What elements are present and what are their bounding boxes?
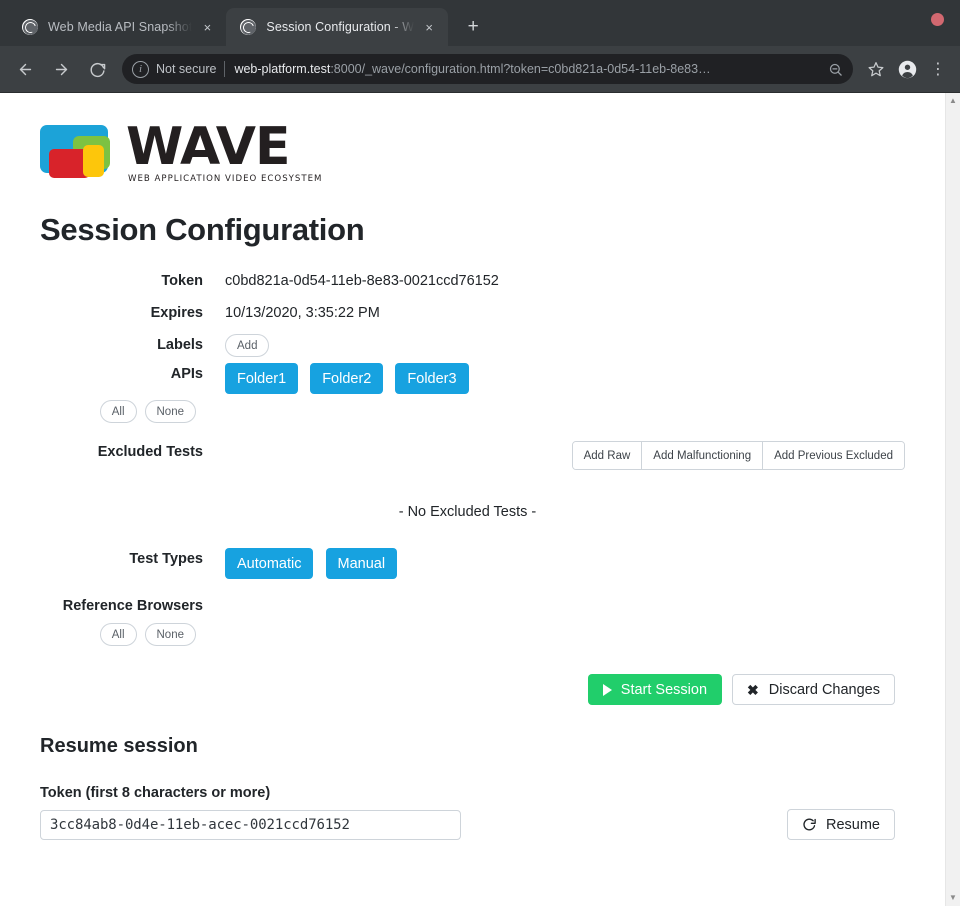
reference-browsers-select-pills: All None [40, 623, 203, 647]
row-excluded-tests: Excluded Tests Add Raw Add Malfunctionin… [40, 441, 905, 471]
start-session-label: Start Session [620, 681, 708, 698]
url-path: :8000/_wave/configuration.html?token=c0b… [330, 62, 711, 76]
session-action-bar: Start Session ✖ Discard Changes [40, 674, 905, 706]
profile-avatar-icon[interactable] [893, 55, 921, 83]
add-raw-button[interactable]: Add Raw [572, 442, 643, 470]
reference-browsers-none-button[interactable]: None [144, 623, 196, 647]
expires-label: Expires [150, 304, 203, 321]
add-previous-excluded-button[interactable]: Add Previous Excluded [763, 442, 904, 470]
omnibox-divider [224, 61, 226, 77]
discard-changes-button[interactable]: ✖ Discard Changes [732, 674, 895, 706]
tab-close-icon[interactable]: × [198, 18, 216, 36]
back-arrow-icon[interactable] [10, 54, 40, 84]
page-content-area: WAVE WEB APPLICATION VIDEO ECOSYSTEM Ses… [0, 93, 945, 906]
expires-value: 10/13/2020, 3:35:22 PM [225, 304, 380, 321]
no-excluded-tests-message: - No Excluded Tests - [398, 504, 537, 521]
tab-session-configuration[interactable]: Session Configuration - W × [226, 8, 449, 46]
row-test-types: Test Types Automatic Manual [40, 548, 905, 580]
resume-session-heading: Resume session [40, 735, 198, 758]
reference-browsers-label: Reference Browsers [62, 598, 203, 615]
api-chip-folder3[interactable]: Folder3 [395, 363, 469, 395]
labels-label: Labels [157, 336, 203, 353]
reload-icon[interactable] [82, 54, 112, 84]
tab-web-media-api-snapshot[interactable]: Web Media API Snapshot × [8, 8, 227, 46]
browser-window: Web Media API Snapshot × Session Configu… [0, 0, 960, 906]
logo-tagline: WEB APPLICATION VIDEO ECOSYSTEM [128, 173, 323, 184]
test-type-chip-automatic[interactable]: Automatic [225, 548, 314, 580]
test-types-label: Test Types [129, 551, 203, 568]
apis-select-all-button[interactable]: All [99, 400, 137, 424]
close-x-icon: ✖ [747, 681, 759, 698]
excluded-add-button-group: Add Raw Add Malfunctioning Add Previous … [571, 441, 905, 471]
excluded-tests-label: Excluded Tests [97, 444, 203, 461]
new-tab-button[interactable]: + [458, 12, 488, 42]
resume-button-label: Resume [826, 816, 880, 833]
test-type-chip-manual[interactable]: Manual [325, 548, 398, 580]
row-reference-browsers: Reference Browsers [40, 595, 905, 617]
row-expires: Expires 10/13/2020, 3:35:22 PM [40, 302, 905, 324]
scroll-down-arrow-icon[interactable]: ▼ [949, 890, 957, 906]
browser-menu-icon[interactable]: ⋮ [924, 55, 952, 83]
scroll-up-arrow-icon[interactable]: ▲ [949, 93, 957, 109]
play-icon [602, 683, 612, 696]
apis-select-pills: All None [40, 400, 203, 424]
reference-browsers-all-button[interactable]: All [99, 623, 137, 647]
resume-token-input[interactable] [40, 809, 461, 840]
tab-strip: Web Media API Snapshot × Session Configu… [0, 0, 960, 46]
apis-select-none-button[interactable]: None [144, 400, 196, 424]
tab-close-icon[interactable]: × [420, 18, 438, 36]
address-bar-url: web-platform.test:8000/_wave/configurati… [234, 62, 819, 76]
scrollbar-thumb[interactable] [946, 109, 960, 890]
info-circle-icon[interactable]: i [132, 60, 149, 78]
row-apis-selection: All None [40, 400, 905, 424]
wave-configuration-page: WAVE WEB APPLICATION VIDEO ECOSYSTEM Ses… [0, 93, 945, 841]
discard-changes-label: Discard Changes [768, 681, 880, 698]
globe-icon [22, 19, 38, 35]
tab-title: Web Media API Snapshot [48, 20, 193, 34]
logo-wordmark: WAVE [126, 117, 291, 177]
url-host: web-platform.test [234, 62, 331, 76]
browser-toolbar: i Not secure web-platform.test:8000/_wav… [0, 46, 960, 92]
bookmark-star-icon[interactable] [862, 55, 890, 83]
token-value: c0bd821a-0d54-11eb-8e83-0021ccd76152 [225, 272, 499, 289]
address-bar[interactable]: i Not secure web-platform.test:8000/_wav… [122, 54, 853, 84]
logo-yellow-rect [83, 145, 104, 177]
resume-session-row: Resume [40, 809, 905, 841]
forward-arrow-icon[interactable] [46, 54, 76, 84]
wave-logo: WAVE WEB APPLICATION VIDEO ECOSYSTEM [40, 117, 905, 184]
tab-title: Session Configuration - W [266, 20, 415, 34]
wave-logo-text: WAVE WEB APPLICATION VIDEO ECOSYSTEM [126, 117, 323, 184]
token-label: Token [161, 272, 203, 289]
page-viewport: WAVE WEB APPLICATION VIDEO ECOSYSTEM Ses… [0, 92, 960, 906]
wave-logo-mark-icon [40, 123, 118, 179]
add-label-button[interactable]: Add [225, 334, 270, 358]
start-session-button[interactable]: Start Session [587, 674, 723, 706]
row-labels: Labels Add [40, 334, 905, 358]
security-status-label: Not secure [156, 62, 217, 76]
window-close-button[interactable] [931, 13, 944, 26]
page-title: Session Configuration [40, 211, 365, 247]
row-token: Token c0bd821a-0d54-11eb-8e83-0021ccd761… [40, 270, 905, 292]
api-chip-folder1[interactable]: Folder1 [225, 363, 299, 395]
zoom-out-icon[interactable] [825, 62, 845, 77]
row-reference-browsers-selection: All None [40, 623, 905, 647]
resume-button[interactable]: Resume [787, 809, 895, 841]
resume-token-label: Token (first 8 characters or more) [40, 785, 271, 802]
add-malfunctioning-button[interactable]: Add Malfunctioning [642, 442, 764, 470]
refresh-icon [802, 817, 817, 832]
excluded-tests-actions: Add Raw Add Malfunctioning Add Previous … [203, 441, 905, 471]
page-scrollbar[interactable]: ▲ ▼ [945, 93, 960, 906]
api-chip-folder2[interactable]: Folder2 [310, 363, 384, 395]
globe-icon [240, 19, 257, 35]
apis-label: APIs [170, 366, 203, 383]
row-apis: APIs Folder1 Folder2 Folder3 [40, 363, 905, 395]
